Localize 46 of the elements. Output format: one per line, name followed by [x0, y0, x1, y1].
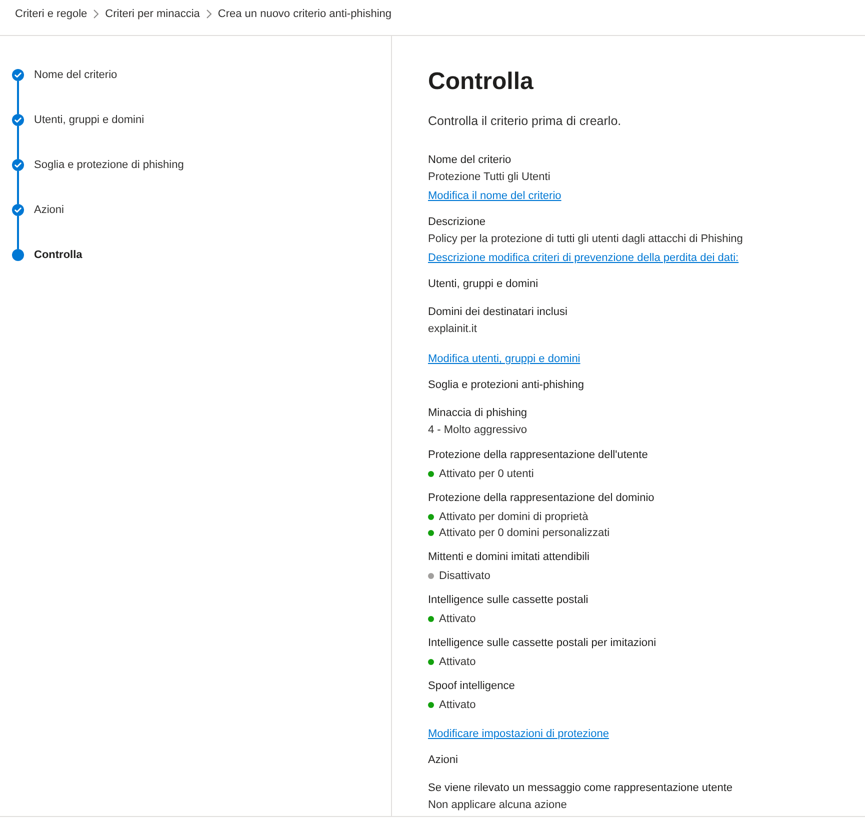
- section-heading: Azioni: [428, 753, 458, 768]
- field-value: 4 - Molto aggressivo: [428, 423, 528, 438]
- field-value: Attivato: [439, 698, 476, 713]
- step-label[interactable]: Azioni: [34, 204, 64, 216]
- field-value: Attivato: [439, 655, 476, 670]
- step-label[interactable]: Controlla: [34, 249, 82, 261]
- field-value: explainit.it: [428, 322, 477, 337]
- field-label: Intelligence sulle cassette postali: [428, 593, 588, 608]
- field-value: Attivato per 0 utenti: [439, 467, 534, 482]
- step-label[interactable]: Soglia e protezione di phishing: [34, 159, 184, 171]
- field-label: Intelligence sulle cassette postali per imitazioni: [428, 636, 656, 651]
- field-label: Minaccia di phishing: [428, 406, 528, 421]
- field-label: Se viene rilevato un messaggio come rappresentazione utente: [428, 781, 733, 796]
- field-label: Nome del criterio: [428, 153, 512, 168]
- field-label: Protezione della rappresentazione dell'utente: [428, 448, 648, 463]
- field-value: Attivato: [439, 612, 476, 627]
- breadcrumb-current: Crea un nuovo criterio anti-phishing: [218, 6, 392, 20]
- section-heading: Soglia e protezioni anti-phishing: [428, 378, 584, 393]
- step-connector-line: [17, 126, 19, 159]
- field-label: Descrizione: [428, 215, 486, 230]
- edit-link[interactable]: Modifica utenti, gruppi e domini: [428, 350, 580, 368]
- step-connector-line: [17, 171, 19, 204]
- field-value: Attivato per 0 domini personalizzati: [439, 526, 610, 541]
- edit-link[interactable]: Modifica il nome del criterio: [428, 187, 562, 205]
- edit-link[interactable]: Descrizione modifica criteri di prevenzione della perdita dei dati:: [428, 249, 739, 267]
- field-label: Domini dei destinatari inclusi: [428, 305, 568, 320]
- page-title: Controlla: [428, 67, 534, 97]
- field-label: Mittenti e domini imitati attendibili: [428, 550, 590, 565]
- field-value: Policy per la protezione di tutti gli utenti dagli attacchi di Phishing: [428, 232, 743, 247]
- field-label: Protezione della rappresentazione del dominio: [428, 491, 654, 506]
- chevron-right-icon: [93, 8, 100, 18]
- step-connector-line: [17, 216, 19, 249]
- breadcrumb-link[interactable]: Criteri e regole: [15, 6, 88, 20]
- section-heading: Utenti, gruppi e domini: [428, 277, 538, 292]
- step-label[interactable]: Utenti, gruppi e domini: [34, 114, 144, 126]
- edit-link[interactable]: Modificare impostazioni di protezione: [428, 725, 609, 743]
- field-value: Non applicare alcuna azione: [428, 798, 567, 813]
- step-label[interactable]: Nome del criterio: [34, 69, 118, 81]
- breadcrumb-link[interactable]: Criteri per minaccia: [105, 6, 200, 20]
- page-subtitle: Controlla il criterio prima di crearlo.: [428, 113, 622, 129]
- field-value: Disattivato: [439, 569, 490, 584]
- field-label: Spoof intelligence: [428, 679, 515, 694]
- step-connector-line: [17, 81, 19, 114]
- chevron-right-icon: [206, 8, 212, 18]
- field-value: Protezione Tutti gli Utenti: [428, 170, 550, 185]
- field-value: Attivato per domini di proprietà: [439, 510, 588, 525]
